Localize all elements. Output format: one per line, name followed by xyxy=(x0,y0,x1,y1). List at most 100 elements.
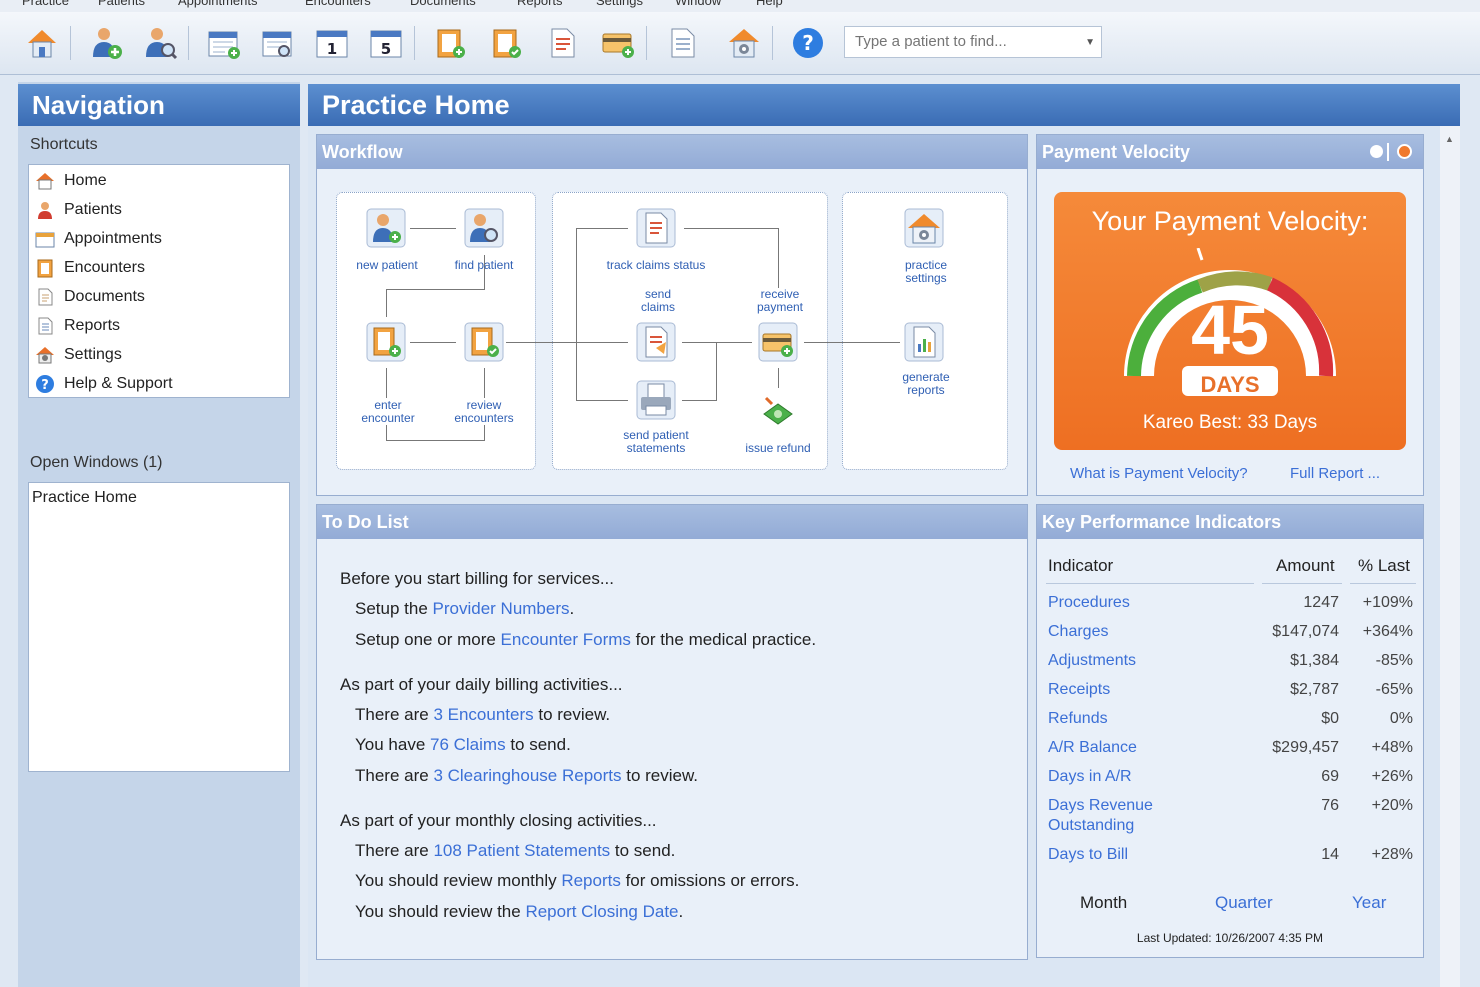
period-month-tab[interactable]: Month xyxy=(1080,893,1127,913)
find-appointment-toolbar-button[interactable] xyxy=(260,25,296,61)
shortcut-home[interactable]: Home xyxy=(35,168,107,194)
kpi-indicator-link[interactable]: Receipts xyxy=(1048,680,1110,700)
find-patient-label[interactable]: find patient xyxy=(442,259,526,272)
period-year-tab[interactable]: Year xyxy=(1352,893,1386,913)
document-icon xyxy=(35,287,55,307)
patient-search-box[interactable]: ▼ xyxy=(844,26,1102,58)
page-dot-active-icon[interactable] xyxy=(1397,144,1412,159)
document-toolbar-button[interactable] xyxy=(544,25,580,61)
clearinghouse-reports-link[interactable]: 3 Clearinghouse Reports xyxy=(433,766,621,785)
shortcut-help-support[interactable]: ? Help & Support xyxy=(35,371,173,397)
issue-refund-label[interactable]: issue refund xyxy=(736,442,820,455)
patient-statements-link[interactable]: 108 Patient Statements xyxy=(433,841,610,860)
open-window-item[interactable]: Practice Home xyxy=(32,489,137,507)
send-statements-label[interactable]: send patient statements xyxy=(604,429,708,455)
track-claims-label[interactable]: track claims status xyxy=(596,259,716,272)
find-patient-toolbar-button[interactable] xyxy=(142,25,178,61)
patient-search-input[interactable] xyxy=(845,27,1080,55)
menu-patients[interactable]: Patients xyxy=(98,0,145,8)
encounters-link[interactable]: 3 Encounters xyxy=(433,705,533,724)
settings-toolbar-button[interactable] xyxy=(726,25,762,61)
issue-refund-workflow-button[interactable] xyxy=(758,390,798,430)
reports-toolbar-button[interactable] xyxy=(664,25,700,61)
settings-icon xyxy=(35,345,55,365)
generate-reports-workflow-button[interactable] xyxy=(904,322,944,362)
new-appointment-toolbar-button[interactable] xyxy=(206,25,242,61)
scroll-up-icon[interactable]: ▲ xyxy=(1445,134,1454,144)
shortcut-patients[interactable]: Patients xyxy=(35,197,122,223)
kpi-indicator-link[interactable]: Adjustments xyxy=(1048,651,1136,671)
report-closing-date-link[interactable]: Report Closing Date xyxy=(525,902,678,921)
menu-appointments[interactable]: Appointments xyxy=(178,0,258,8)
find-patient-icon xyxy=(464,208,504,248)
day-view-toolbar-button[interactable]: 1 xyxy=(314,25,350,61)
kpi-indicator-link[interactable]: Days Revenue xyxy=(1048,796,1153,816)
practice-settings-label[interactable]: practice settings xyxy=(884,259,968,285)
new-encounter-toolbar-button[interactable] xyxy=(432,25,468,61)
todo-item: You have 76 Claims to send. xyxy=(355,735,571,754)
find-patient-workflow-button[interactable] xyxy=(464,208,504,248)
svg-text:?: ? xyxy=(41,378,49,393)
home-toolbar-button[interactable] xyxy=(24,25,60,61)
todo-item: There are 3 Encounters to review. xyxy=(355,705,611,724)
menu-encounters[interactable]: Encounters xyxy=(305,0,371,8)
menu-documents[interactable]: Documents xyxy=(410,0,476,8)
todo-item: There are 108 Patient Statements to send… xyxy=(355,841,676,860)
menu-reports[interactable]: Reports xyxy=(517,0,563,8)
payment-toolbar-button[interactable] xyxy=(600,25,636,61)
full-report-link[interactable]: Full Report ... xyxy=(1290,465,1380,482)
kpi-indicator-link[interactable]: Refunds xyxy=(1048,709,1108,729)
page-title: Practice Home xyxy=(308,84,1460,126)
shortcut-encounters[interactable]: Encounters xyxy=(35,255,145,281)
page-dot-icon[interactable] xyxy=(1370,145,1383,158)
enter-encounter-label[interactable]: enter encounter xyxy=(346,399,430,425)
what-is-velocity-link[interactable]: What is Payment Velocity? xyxy=(1070,465,1248,482)
velocity-heading: Your Payment Velocity: xyxy=(1091,206,1369,236)
menu-settings[interactable]: Settings xyxy=(596,0,643,8)
encounter-forms-link[interactable]: Encounter Forms xyxy=(501,630,631,649)
new-patient-label[interactable]: new patient xyxy=(345,259,429,272)
kpi-amount: $1,384 xyxy=(1290,652,1339,669)
send-claims-label[interactable]: send claims xyxy=(616,288,700,314)
new-patient-toolbar-button[interactable] xyxy=(88,25,124,61)
provider-numbers-link[interactable]: Provider Numbers xyxy=(433,599,570,618)
kpi-indicator-link[interactable]: Days to Bill xyxy=(1048,845,1128,865)
shortcut-settings[interactable]: Settings xyxy=(35,342,122,368)
kpi-indicator-link[interactable]: Procedures xyxy=(1048,593,1130,613)
review-encounters-label[interactable]: review encounters xyxy=(442,399,526,425)
period-quarter-tab[interactable]: Quarter xyxy=(1215,893,1273,913)
shortcut-appointments[interactable]: Appointments xyxy=(35,226,162,252)
kpi-indicator-link[interactable]: Days in A/R xyxy=(1048,767,1132,787)
receive-payment-workflow-button[interactable] xyxy=(758,322,798,362)
help-toolbar-button[interactable]: ? xyxy=(790,25,826,61)
send-claims-workflow-button[interactable] xyxy=(636,322,676,362)
shortcuts-label: Shortcuts xyxy=(30,136,98,153)
kpi-indicator-link[interactable]: A/R Balance xyxy=(1048,738,1137,758)
menu-help[interactable]: Help xyxy=(756,0,783,8)
kpi-amount: $147,074 xyxy=(1272,623,1339,640)
review-encounter-toolbar-button[interactable] xyxy=(488,25,524,61)
week-view-toolbar-button[interactable]: 5 xyxy=(368,25,404,61)
new-patient-workflow-button[interactable] xyxy=(366,208,406,248)
receive-payment-label[interactable]: receive payment xyxy=(738,288,822,314)
review-encounters-workflow-button[interactable] xyxy=(464,322,504,362)
todo-billing-intro: Before you start billing for services... xyxy=(340,569,615,588)
generate-reports-label[interactable]: generate reports xyxy=(884,371,968,397)
enter-encounter-workflow-button[interactable] xyxy=(366,322,406,362)
main-scrollbar[interactable]: ▲ xyxy=(1440,126,1460,987)
kpi-indicator-link[interactable]: Charges xyxy=(1048,622,1108,642)
shortcut-reports[interactable]: Reports xyxy=(35,313,120,339)
calendar-icon xyxy=(35,229,55,249)
send-statements-workflow-button[interactable] xyxy=(636,380,676,420)
menu-window[interactable]: Window xyxy=(675,0,721,8)
track-claims-workflow-button[interactable] xyxy=(636,208,676,248)
todo-item: Setup the Provider Numbers. xyxy=(355,599,575,618)
kpi-indicator-link-line2[interactable]: Outstanding xyxy=(1048,816,1134,836)
chevron-down-icon[interactable]: ▼ xyxy=(1085,37,1095,48)
reports-link[interactable]: Reports xyxy=(561,871,621,890)
shortcut-documents[interactable]: Documents xyxy=(35,284,145,310)
menu-practice[interactable]: Practice xyxy=(22,0,69,8)
claims-link[interactable]: 76 Claims xyxy=(430,735,506,754)
shortcuts-list: Home Patients Appointments Encounters Do… xyxy=(28,164,290,398)
practice-settings-workflow-button[interactable] xyxy=(904,208,944,248)
